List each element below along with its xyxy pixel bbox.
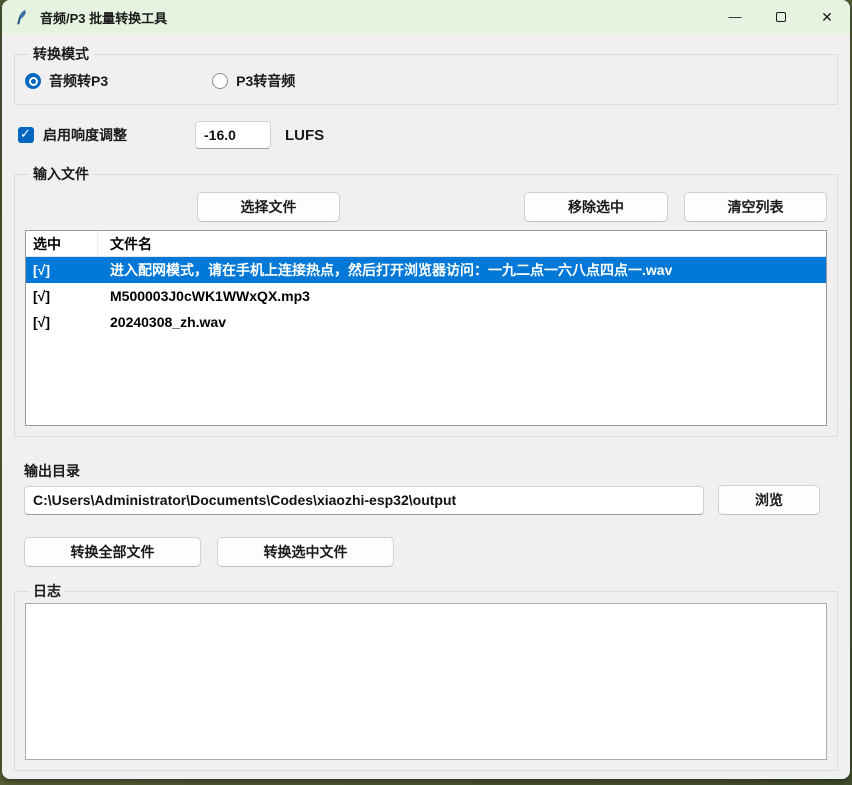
remove-selected-button[interactable]: 移除选中: [524, 192, 668, 222]
maximize-icon: [776, 12, 786, 22]
radio-unselected-icon: [212, 73, 228, 89]
radio-p3-to-audio[interactable]: P3转音频: [212, 71, 295, 91]
loudness-checkbox[interactable]: [18, 127, 34, 143]
table-row[interactable]: [√] 20240308_zh.wav: [26, 309, 826, 335]
convert-all-button[interactable]: 转换全部文件: [24, 537, 201, 567]
column-header-checked[interactable]: 选中: [26, 231, 98, 256]
row-checked-cell: [√]: [26, 314, 98, 330]
radio-audio-to-p3[interactable]: 音频转P3: [25, 71, 108, 91]
close-icon: ✕: [821, 9, 833, 26]
radio-selected-icon: [25, 73, 41, 89]
file-table: 选中 文件名 [√] 进入配网模式，请在手机上连接热点，然后打开浏览器访问：一九…: [25, 230, 827, 426]
output-dir-label: 输出目录: [24, 461, 838, 481]
app-feather-icon: [14, 9, 31, 26]
row-filename-cell: 20240308_zh.wav: [98, 314, 826, 330]
row-checked-cell: [√]: [26, 262, 98, 278]
app-window: 音频/P3 批量转换工具 — ✕ 转换模式 音频转P3 P3转音频: [2, 0, 850, 779]
input-files-group: 输入文件 选择文件 移除选中 清空列表 选中 文件名 [√] 进入配网模式，请在…: [14, 164, 838, 437]
maximize-button[interactable]: [758, 0, 804, 34]
column-header-filename[interactable]: 文件名: [98, 234, 826, 254]
conversion-mode-options: 音频转P3 P3转音频: [25, 66, 827, 94]
row-checked-cell: [√]: [26, 288, 98, 304]
row-filename-cell: 进入配网模式，请在手机上连接热点，然后打开浏览器访问：一九二点一六八点四点一.w…: [98, 260, 826, 280]
table-row[interactable]: [√] 进入配网模式，请在手机上连接热点，然后打开浏览器访问：一九二点一六八点四…: [26, 257, 826, 283]
browse-button[interactable]: 浏览: [718, 485, 820, 515]
clear-list-button[interactable]: 清空列表: [684, 192, 827, 222]
log-textarea[interactable]: [25, 603, 827, 760]
window-title: 音频/P3 批量转换工具: [40, 8, 167, 27]
convert-selected-button[interactable]: 转换选中文件: [217, 537, 394, 567]
row-filename-cell: M500003J0cWK1WWxQX.mp3: [98, 288, 826, 304]
file-buttons-row: 选择文件 移除选中 清空列表: [25, 192, 827, 222]
input-files-label: 输入文件: [29, 164, 93, 184]
file-table-header: 选中 文件名: [26, 231, 826, 257]
output-dir-input[interactable]: [24, 486, 704, 515]
radio-p3-to-audio-label: P3转音频: [236, 71, 295, 91]
conversion-mode-group: 转换模式 音频转P3 P3转音频: [14, 44, 838, 105]
loudness-checkbox-label: 启用响度调整: [43, 125, 127, 145]
log-label: 日志: [29, 581, 65, 601]
conversion-mode-label: 转换模式: [29, 44, 93, 64]
minimize-button[interactable]: —: [712, 0, 758, 34]
close-button[interactable]: ✕: [804, 0, 850, 34]
lufs-value-input[interactable]: [195, 121, 271, 149]
radio-audio-to-p3-label: 音频转P3: [49, 71, 108, 91]
log-group: 日志: [14, 581, 838, 771]
output-dir-row: 浏览: [24, 485, 828, 515]
window-controls: — ✕: [712, 0, 850, 34]
lufs-unit-label: LUFS: [285, 127, 324, 144]
convert-buttons-row: 转换全部文件 转换选中文件: [24, 537, 838, 567]
table-row[interactable]: [√] M500003J0cWK1WWxQX.mp3: [26, 283, 826, 309]
titlebar: 音频/P3 批量转换工具 — ✕: [2, 0, 850, 34]
select-files-button[interactable]: 选择文件: [197, 192, 340, 222]
minimize-icon: —: [729, 9, 742, 24]
main-content: 转换模式 音频转P3 P3转音频 启用响度调整 LUFS 输入文件: [2, 34, 850, 779]
loudness-row: 启用响度调整 LUFS: [18, 121, 838, 149]
